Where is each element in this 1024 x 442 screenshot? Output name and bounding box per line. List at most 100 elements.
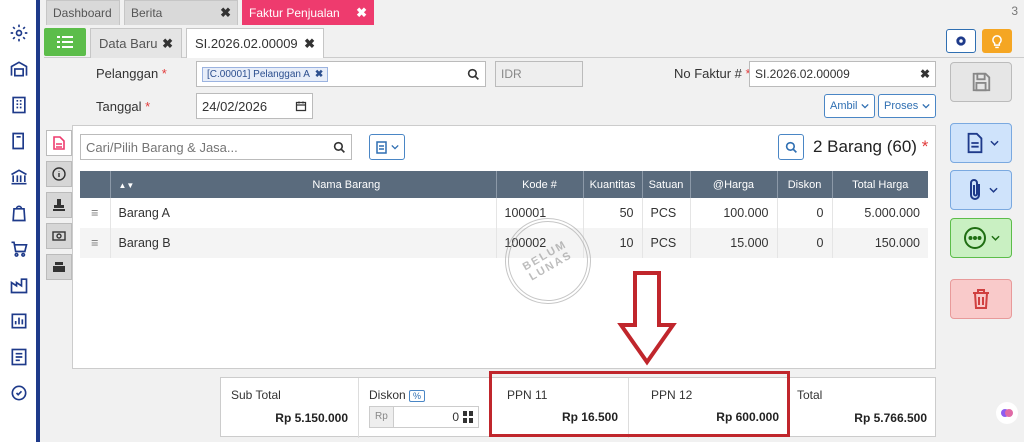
settings-button[interactable] [946,29,976,53]
save-icon [972,72,991,92]
tab-data-baru[interactable]: Data Baru ✖ [90,28,182,58]
close-icon[interactable]: ✖ [220,5,231,21]
search-icon[interactable] [467,68,480,81]
assistant-icon[interactable] [996,402,1018,424]
list-icon [57,36,73,48]
tab-faktur-penjualan[interactable]: Faktur Penjualan ✖ [242,0,374,25]
no-faktur-field[interactable]: SI.2026.02.00009 ✖ [749,61,936,87]
tanggal-field[interactable]: 24/02/2026 [196,93,313,119]
close-icon[interactable]: ✖ [304,36,315,52]
item-search-input[interactable] [86,139,333,155]
bank-icon[interactable] [8,166,30,188]
pelanggan-label: Pelanggan * [96,66,167,81]
column-header-satuan[interactable]: Satuan [642,171,691,198]
proses-button[interactable]: Proses [878,94,936,118]
warehouse-icon[interactable] [8,58,30,80]
tab-invoice[interactable]: SI.2026.02.00009 ✖ [186,28,324,58]
side-tab-stamp[interactable] [46,192,72,218]
tab-dashboard[interactable]: Dashboard [46,0,120,25]
chevron-down-icon [391,144,399,150]
side-tab-money[interactable] [46,223,72,249]
cell-qty: 10 [583,228,643,258]
cart-icon[interactable] [8,238,30,260]
item-search-button[interactable] [778,134,804,160]
tab-count: 3 [1011,4,1018,18]
delete-button[interactable] [950,279,1012,319]
left-navigation [0,0,40,442]
column-header-kode[interactable]: Kode # [496,171,584,198]
clear-icon[interactable]: ✖ [920,67,930,81]
building-icon[interactable] [8,94,30,116]
cell-total: 150.000 [832,228,928,258]
more-icon [963,227,986,249]
close-icon[interactable]: ✖ [162,36,173,52]
save-button[interactable] [950,62,1012,102]
diskon-input[interactable]: Rp 0 [369,406,479,428]
table-row[interactable]: ≡ Barang B 100002 10 PCS 15.000 0 150.00… [80,228,928,258]
diskon-label: Diskon % [369,388,426,402]
total-value: Rp 5.766.500 [854,411,927,425]
pelanggan-field[interactable]: [C.00001] Pelanggan A ✖ [196,61,486,87]
diskon-value: 0 [452,410,459,424]
document-menu-button[interactable] [950,123,1012,163]
report-icon[interactable] [8,310,30,332]
document-icon [53,136,65,150]
percent-toggle[interactable]: % [409,390,426,402]
tax-icon[interactable] [8,346,30,368]
column-header-harga[interactable]: @Harga [690,171,778,198]
bag-icon[interactable] [8,202,30,224]
ambil-label: Ambil [830,100,858,112]
column-header-nama[interactable]: ▲▼ Nama Barang [110,171,497,198]
cell-nama: Barang A [110,198,497,228]
search-icon[interactable] [333,141,346,154]
subtotal-label: Sub Total [231,388,281,402]
item-count-text: 2 Barang (60) [813,137,917,156]
book-icon[interactable] [8,130,30,152]
calculator-icon[interactable] [463,411,473,423]
drag-column-header [80,171,111,198]
sub-tab-bar: Data Baru ✖ SI.2026.02.00009 ✖ [44,26,1024,58]
item-count: 2 Barang (60) * [813,137,929,156]
item-search-field[interactable] [80,134,352,160]
copy-menu-button[interactable] [369,134,405,160]
drag-handle-icon[interactable]: ≡ [80,228,111,258]
close-icon[interactable]: ✖ [356,5,367,21]
top-tab-bar: Dashboard Berita ✖ Faktur Penjualan ✖ 3 [44,0,1024,25]
list-button[interactable] [44,28,86,56]
table-row[interactable]: ≡ Barang A 100001 50 PCS 100.000 0 5.000… [80,198,928,228]
close-icon[interactable]: ✖ [315,69,323,80]
calendar-icon[interactable] [295,100,307,112]
chevron-down-icon [989,140,999,146]
cell-diskon: 0 [777,198,833,228]
tab-label: Faktur Penjualan [249,6,340,20]
column-header-kuantitas[interactable]: Kuantitas [583,171,643,198]
side-tab-register[interactable] [46,254,72,280]
more-menu-button[interactable] [950,218,1012,258]
side-tab-info[interactable] [46,161,72,187]
items-table: ▲▼ Nama Barang Kode # Kuantitas Satuan @H… [80,171,928,258]
attachment-menu-button[interactable] [950,170,1012,210]
tanggal-label: Tanggal * [96,99,151,114]
tab-label: Berita [131,6,163,20]
chevron-down-icon [988,187,998,193]
factory-icon[interactable] [8,274,30,296]
no-faktur-label: No Faktur # * [674,66,751,81]
tab-berita[interactable]: Berita ✖ [124,0,238,25]
tips-button[interactable] [982,29,1012,53]
document-icon [967,132,982,154]
currency-field: IDR [495,61,583,87]
column-header-total[interactable]: Total Harga [832,171,928,198]
ambil-button[interactable]: Ambil [824,94,875,118]
tanggal-value: 24/02/2026 [202,98,268,114]
side-tab-document[interactable] [46,130,72,156]
column-header-diskon[interactable]: Diskon [777,171,833,198]
ppn-highlight-box [489,371,790,437]
cell-nama: Barang B [110,228,497,258]
cell-diskon: 0 [777,228,833,258]
search-icon [785,141,797,153]
settings-icon[interactable] [8,22,30,44]
scan-icon[interactable] [8,382,30,404]
cell-satuan: PCS [642,228,691,258]
rp-prefix: Rp [370,407,394,427]
drag-handle-icon[interactable]: ≡ [80,198,111,228]
